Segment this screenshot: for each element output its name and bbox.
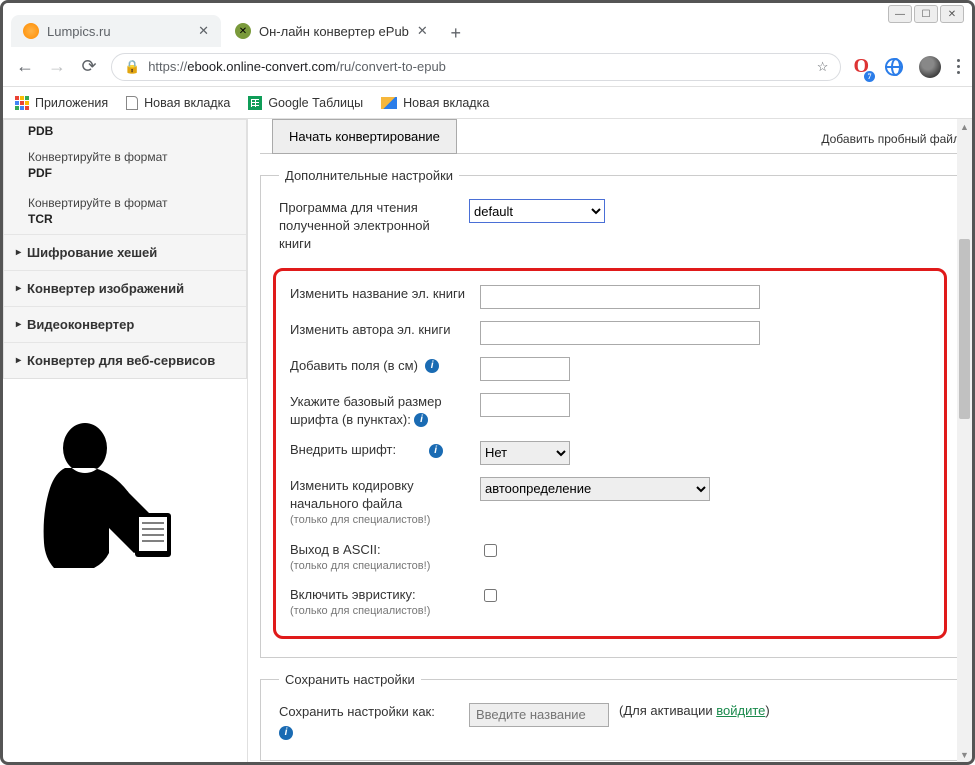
apps-button[interactable]: Приложения <box>15 96 108 110</box>
star-icon[interactable]: ☆ <box>817 59 829 75</box>
margin-label: Добавить поля (в см) i <box>290 357 470 375</box>
maximize-button[interactable]: ☐ <box>914 5 938 23</box>
main-panel: ▲ ▼ Начать конвертирование Добавить проб… <box>248 119 972 762</box>
save-name-input[interactable] <box>469 703 609 727</box>
row-encoding: Изменить кодировку начального файла (тол… <box>290 471 930 535</box>
embed-font-select[interactable]: Нет <box>480 441 570 465</box>
heuristic-label: Включить эвристику: (только для специали… <box>290 586 470 620</box>
row-margin: Добавить поля (в см) i <box>290 351 930 387</box>
row-author: Изменить автора эл. книги <box>290 315 930 351</box>
opera-extension-icon[interactable]: O <box>853 55 869 78</box>
info-icon[interactable]: i <box>279 726 293 740</box>
tab-title: Он-лайн конвертер ePub <box>259 24 409 39</box>
minimize-button[interactable]: — <box>888 5 912 23</box>
ascii-label: Выход в ASCII: (только для специалистов!… <box>290 541 470 575</box>
tab-converter[interactable]: ✕ Он-лайн конвертер ePub ✕ <box>223 15 440 47</box>
lock-icon: 🔒 <box>124 59 140 75</box>
fieldset-legend: Дополнительные настройки <box>279 168 459 183</box>
info-icon[interactable]: i <box>414 413 428 427</box>
login-link[interactable]: войдите <box>716 703 765 718</box>
encoding-select[interactable]: автоопределение <box>480 477 710 501</box>
bookmark-item[interactable]: Новая вкладка <box>381 96 489 110</box>
ascii-checkbox[interactable] <box>484 544 497 557</box>
row-font-size: Укажите базовый размер шрифта (в пунктах… <box>290 387 930 435</box>
scrollbar-thumb[interactable] <box>959 239 970 419</box>
scroll-down-icon[interactable]: ▼ <box>957 747 972 762</box>
browser-window: — ☐ ✕ Lumpics.ru ✕ ✕ Он-лайн конвертер e… <box>0 0 975 765</box>
row-heuristic: Включить эвристику: (только для специали… <box>290 580 930 626</box>
title-input[interactable] <box>480 285 760 309</box>
activation-hint: (Для активации войдите) <box>619 703 770 718</box>
sidebar-item-tcr[interactable]: Конвертируйте в форматTCR <box>4 188 246 234</box>
address-bar[interactable]: 🔒 https://ebook.online-convert.com/ru/co… <box>111 53 841 81</box>
reader-select[interactable]: default <box>469 199 605 223</box>
info-icon[interactable]: i <box>425 359 439 373</box>
tab-lumpics[interactable]: Lumpics.ru ✕ <box>11 15 221 47</box>
sidebar: PDB Конвертируйте в форматPDF Конвертиру… <box>3 119 248 762</box>
profile-avatar[interactable] <box>919 56 941 78</box>
bookmarks-bar: Приложения Новая вкладка Google Таблицы … <box>3 87 972 119</box>
author-label: Изменить автора эл. книги <box>290 321 470 339</box>
url: https://ebook.online-convert.com/ru/conv… <box>148 59 446 74</box>
scrollbar[interactable]: ▲ ▼ <box>957 119 972 762</box>
bookmark-item[interactable]: Google Таблицы <box>248 96 363 110</box>
start-convert-button[interactable]: Начать конвертирование <box>272 119 457 154</box>
info-icon[interactable]: i <box>429 444 443 458</box>
font-size-input[interactable] <box>480 393 570 417</box>
sidebar-item[interactable]: PDB <box>4 120 246 142</box>
fieldset-legend: Сохранить настройки <box>279 672 421 687</box>
translate-icon[interactable] <box>885 58 903 76</box>
tab-title: Lumpics.ru <box>47 24 111 39</box>
action-bar: Начать конвертирование Добавить пробный … <box>260 119 960 154</box>
reload-button[interactable]: ⟳ <box>79 56 99 77</box>
highlighted-settings: Изменить название эл. книги Изменить авт… <box>273 268 947 639</box>
sidebar-expand-hash[interactable]: Шифрование хешей <box>4 234 246 270</box>
scroll-up-icon[interactable]: ▲ <box>957 119 972 134</box>
save-settings-fieldset: Сохранить настройки Сохранить настройки … <box>260 672 960 761</box>
sidebar-item-pdf[interactable]: Конвертируйте в форматPDF <box>4 142 246 188</box>
row-ascii: Выход в ASCII: (только для специалистов!… <box>290 535 930 581</box>
encoding-label: Изменить кодировку начального файла (тол… <box>290 477 470 529</box>
sheets-icon <box>248 96 262 110</box>
bookmark-item[interactable]: Новая вкладка <box>126 96 230 110</box>
forward-button[interactable]: → <box>47 56 67 77</box>
sidebar-expand-web[interactable]: Конвертер для веб-сервисов <box>4 342 246 378</box>
embed-label: Внедрить шрифт: i <box>290 441 470 459</box>
close-tab-icon[interactable]: ✕ <box>198 23 209 39</box>
additional-settings-fieldset: Дополнительные настройки Программа для ч… <box>260 168 960 658</box>
sidebar-expand-video[interactable]: Видеоконвертер <box>4 306 246 342</box>
author-input[interactable] <box>480 321 760 345</box>
tab-strip: Lumpics.ru ✕ ✕ Он-лайн конвертер ePub ✕ … <box>3 3 972 47</box>
menu-button[interactable] <box>957 59 960 74</box>
reader-label: Программа для чтения полученной электрон… <box>279 199 459 254</box>
close-window-button[interactable]: ✕ <box>940 5 964 23</box>
new-tab-button[interactable]: + <box>442 19 470 47</box>
row-save: Сохранить настройки как: i (Для активаци… <box>279 697 941 746</box>
reader-silhouette-image <box>15 403 185 573</box>
save-label: Сохранить настройки как: i <box>279 703 459 740</box>
window-controls: — ☐ ✕ <box>888 5 964 23</box>
margin-input[interactable] <box>480 357 570 381</box>
page-content: PDB Конвертируйте в форматPDF Конвертиру… <box>3 119 972 762</box>
image-icon <box>381 97 397 109</box>
sidebar-expand-image[interactable]: Конвертер изображений <box>4 270 246 306</box>
back-button[interactable]: ← <box>15 56 35 77</box>
apps-grid-icon <box>15 96 29 110</box>
add-trial-file-link[interactable]: Добавить пробный файл <box>821 132 960 146</box>
title-label: Изменить название эл. книги <box>290 285 470 303</box>
converter-favicon-icon: ✕ <box>235 23 251 39</box>
heuristic-checkbox[interactable] <box>484 589 497 602</box>
toolbar: ← → ⟳ 🔒 https://ebook.online-convert.com… <box>3 47 972 87</box>
page-icon <box>126 96 138 110</box>
row-embed-font: Внедрить шрифт: i Нет <box>290 435 930 471</box>
lumpics-favicon-icon <box>23 23 39 39</box>
close-tab-icon[interactable]: ✕ <box>417 23 428 39</box>
row-reader: Программа для чтения полученной электрон… <box>279 193 941 260</box>
font-label: Укажите базовый размер шрифта (в пунктах… <box>290 393 470 429</box>
toolbar-right: O <box>853 55 960 78</box>
row-title: Изменить название эл. книги <box>290 279 930 315</box>
